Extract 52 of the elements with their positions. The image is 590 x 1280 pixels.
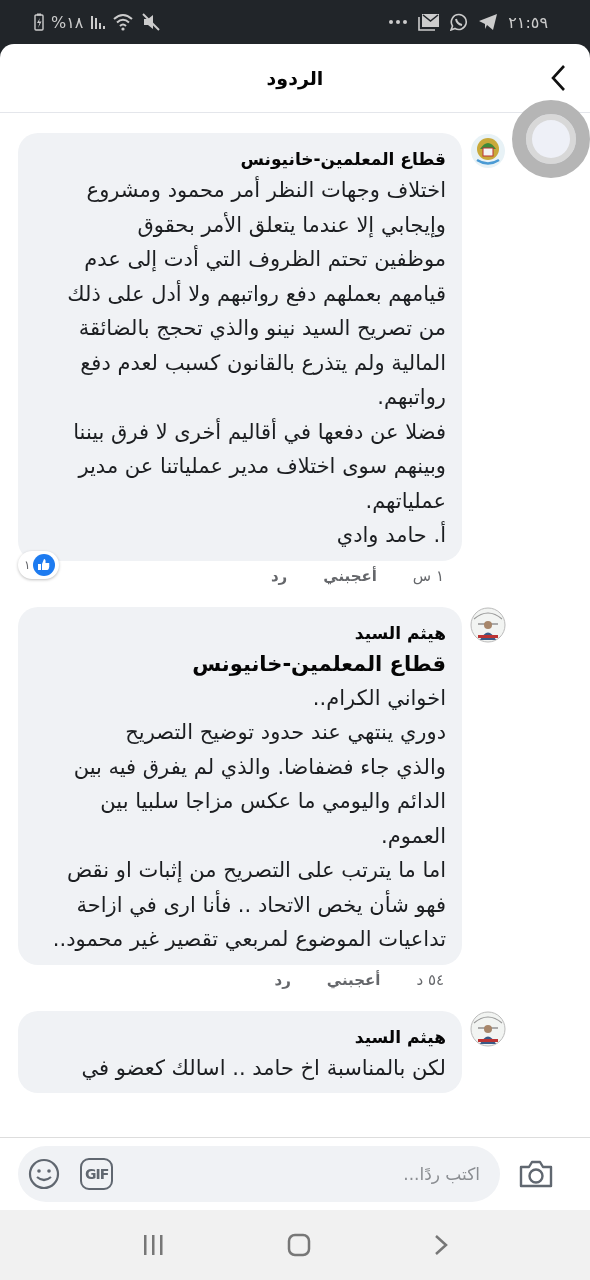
comment-time: ٥٤ د xyxy=(416,970,444,989)
thumbs-up-icon xyxy=(33,553,56,576)
gif-button[interactable]: GIF xyxy=(80,1158,114,1190)
mention-link[interactable]: قطاع المعلمين-خانيونس xyxy=(192,646,446,681)
page-title: الردود xyxy=(266,67,324,89)
author-name[interactable]: هيثم السيد xyxy=(354,618,446,647)
comment-text: قيامهم بعملهم دفع رواتبهم ولا أدل على ذلك xyxy=(67,279,446,308)
comment-text: من تصريح السيد نينو والذي تحجج بالضائقة xyxy=(78,315,446,342)
comment-text: والذي جاء فضفاضا. والذي لم يفرق فيه بين xyxy=(73,753,446,781)
clock: ٢١:٥٩ xyxy=(508,12,548,32)
comment-text: فضلا عن دفعها في أقاليم أخرى لا فرق بيننا xyxy=(73,417,446,446)
home-icon[interactable] xyxy=(287,1233,311,1257)
reaction-count: ١ xyxy=(24,557,31,572)
comment-text: وبينهم سوى اختلاف مدير عملياتنا عن مدير xyxy=(78,453,446,480)
comment-text: دوري ينتهي عند حدود توضيح التصريح xyxy=(125,719,446,746)
comment-text: العموم. xyxy=(380,822,446,850)
avatar-photo[interactable] xyxy=(470,606,506,643)
battery-percent: %١٨ xyxy=(51,12,84,32)
reply-button[interactable]: رد xyxy=(274,970,291,989)
comment-text: تداعيات الموضوع لمربعي تقصير غير محمود.. xyxy=(52,926,446,953)
comment-text: وإيجابي إلا عندما يتعلق الأمر بحقوق xyxy=(137,211,446,240)
comment-text: اختلاف وجهات النظر أمر محمود ومشروع xyxy=(86,175,446,204)
chat-icon xyxy=(450,13,469,31)
signal-icon xyxy=(90,14,107,30)
mail-icon xyxy=(418,13,441,31)
avatar-photo[interactable] xyxy=(470,1010,506,1047)
like-button[interactable]: أعجبني xyxy=(326,970,381,989)
comment-text: أ. حامد وادي xyxy=(336,520,446,549)
author-name[interactable]: هيثم السيد xyxy=(354,1022,446,1051)
back-icon[interactable] xyxy=(550,64,566,92)
camera-icon[interactable] xyxy=(518,1159,554,1189)
comment-text: فهو شأن يخص الاتحاد .. فأنا ارى في ازاحة xyxy=(76,889,446,919)
comment-text: لكن بالمناسبة اخ حامد .. اسالك كعضو في xyxy=(81,1054,446,1082)
comment-text: موظفين تحتم الظروف التي أدت إلى عدم xyxy=(84,244,446,274)
author-name[interactable]: قطاع المعلمين-خانيونس xyxy=(240,145,446,173)
paper-plane-icon xyxy=(478,13,499,31)
comment-time: ١ س xyxy=(412,566,444,585)
more-icon xyxy=(388,19,409,25)
comment-text: عملياتهم. xyxy=(365,487,446,515)
comment-text: الدائم واليومي ما عكس مزاجا سلبيا بين xyxy=(100,788,446,815)
logo-avatar[interactable] xyxy=(470,133,506,169)
comment-text: رواتبهم. xyxy=(377,384,446,411)
battery-icon xyxy=(34,13,44,31)
comment-text: اخواني الكرام.. xyxy=(312,684,446,712)
like-button[interactable]: أعجبني xyxy=(323,566,377,585)
reaction-badge[interactable]: ١ xyxy=(18,550,60,579)
comment-text: المالية ولم يتذرع بالقانون كسبب لعدم دفع xyxy=(80,349,446,377)
recent-apps-icon[interactable] xyxy=(141,1234,164,1256)
reply-button[interactable]: رد xyxy=(270,566,288,585)
mute-icon xyxy=(142,13,161,31)
emoji-icon[interactable] xyxy=(28,1158,60,1190)
comment-text: اما ما يترتب على التصريح من إثبات او نقض xyxy=(66,857,446,885)
